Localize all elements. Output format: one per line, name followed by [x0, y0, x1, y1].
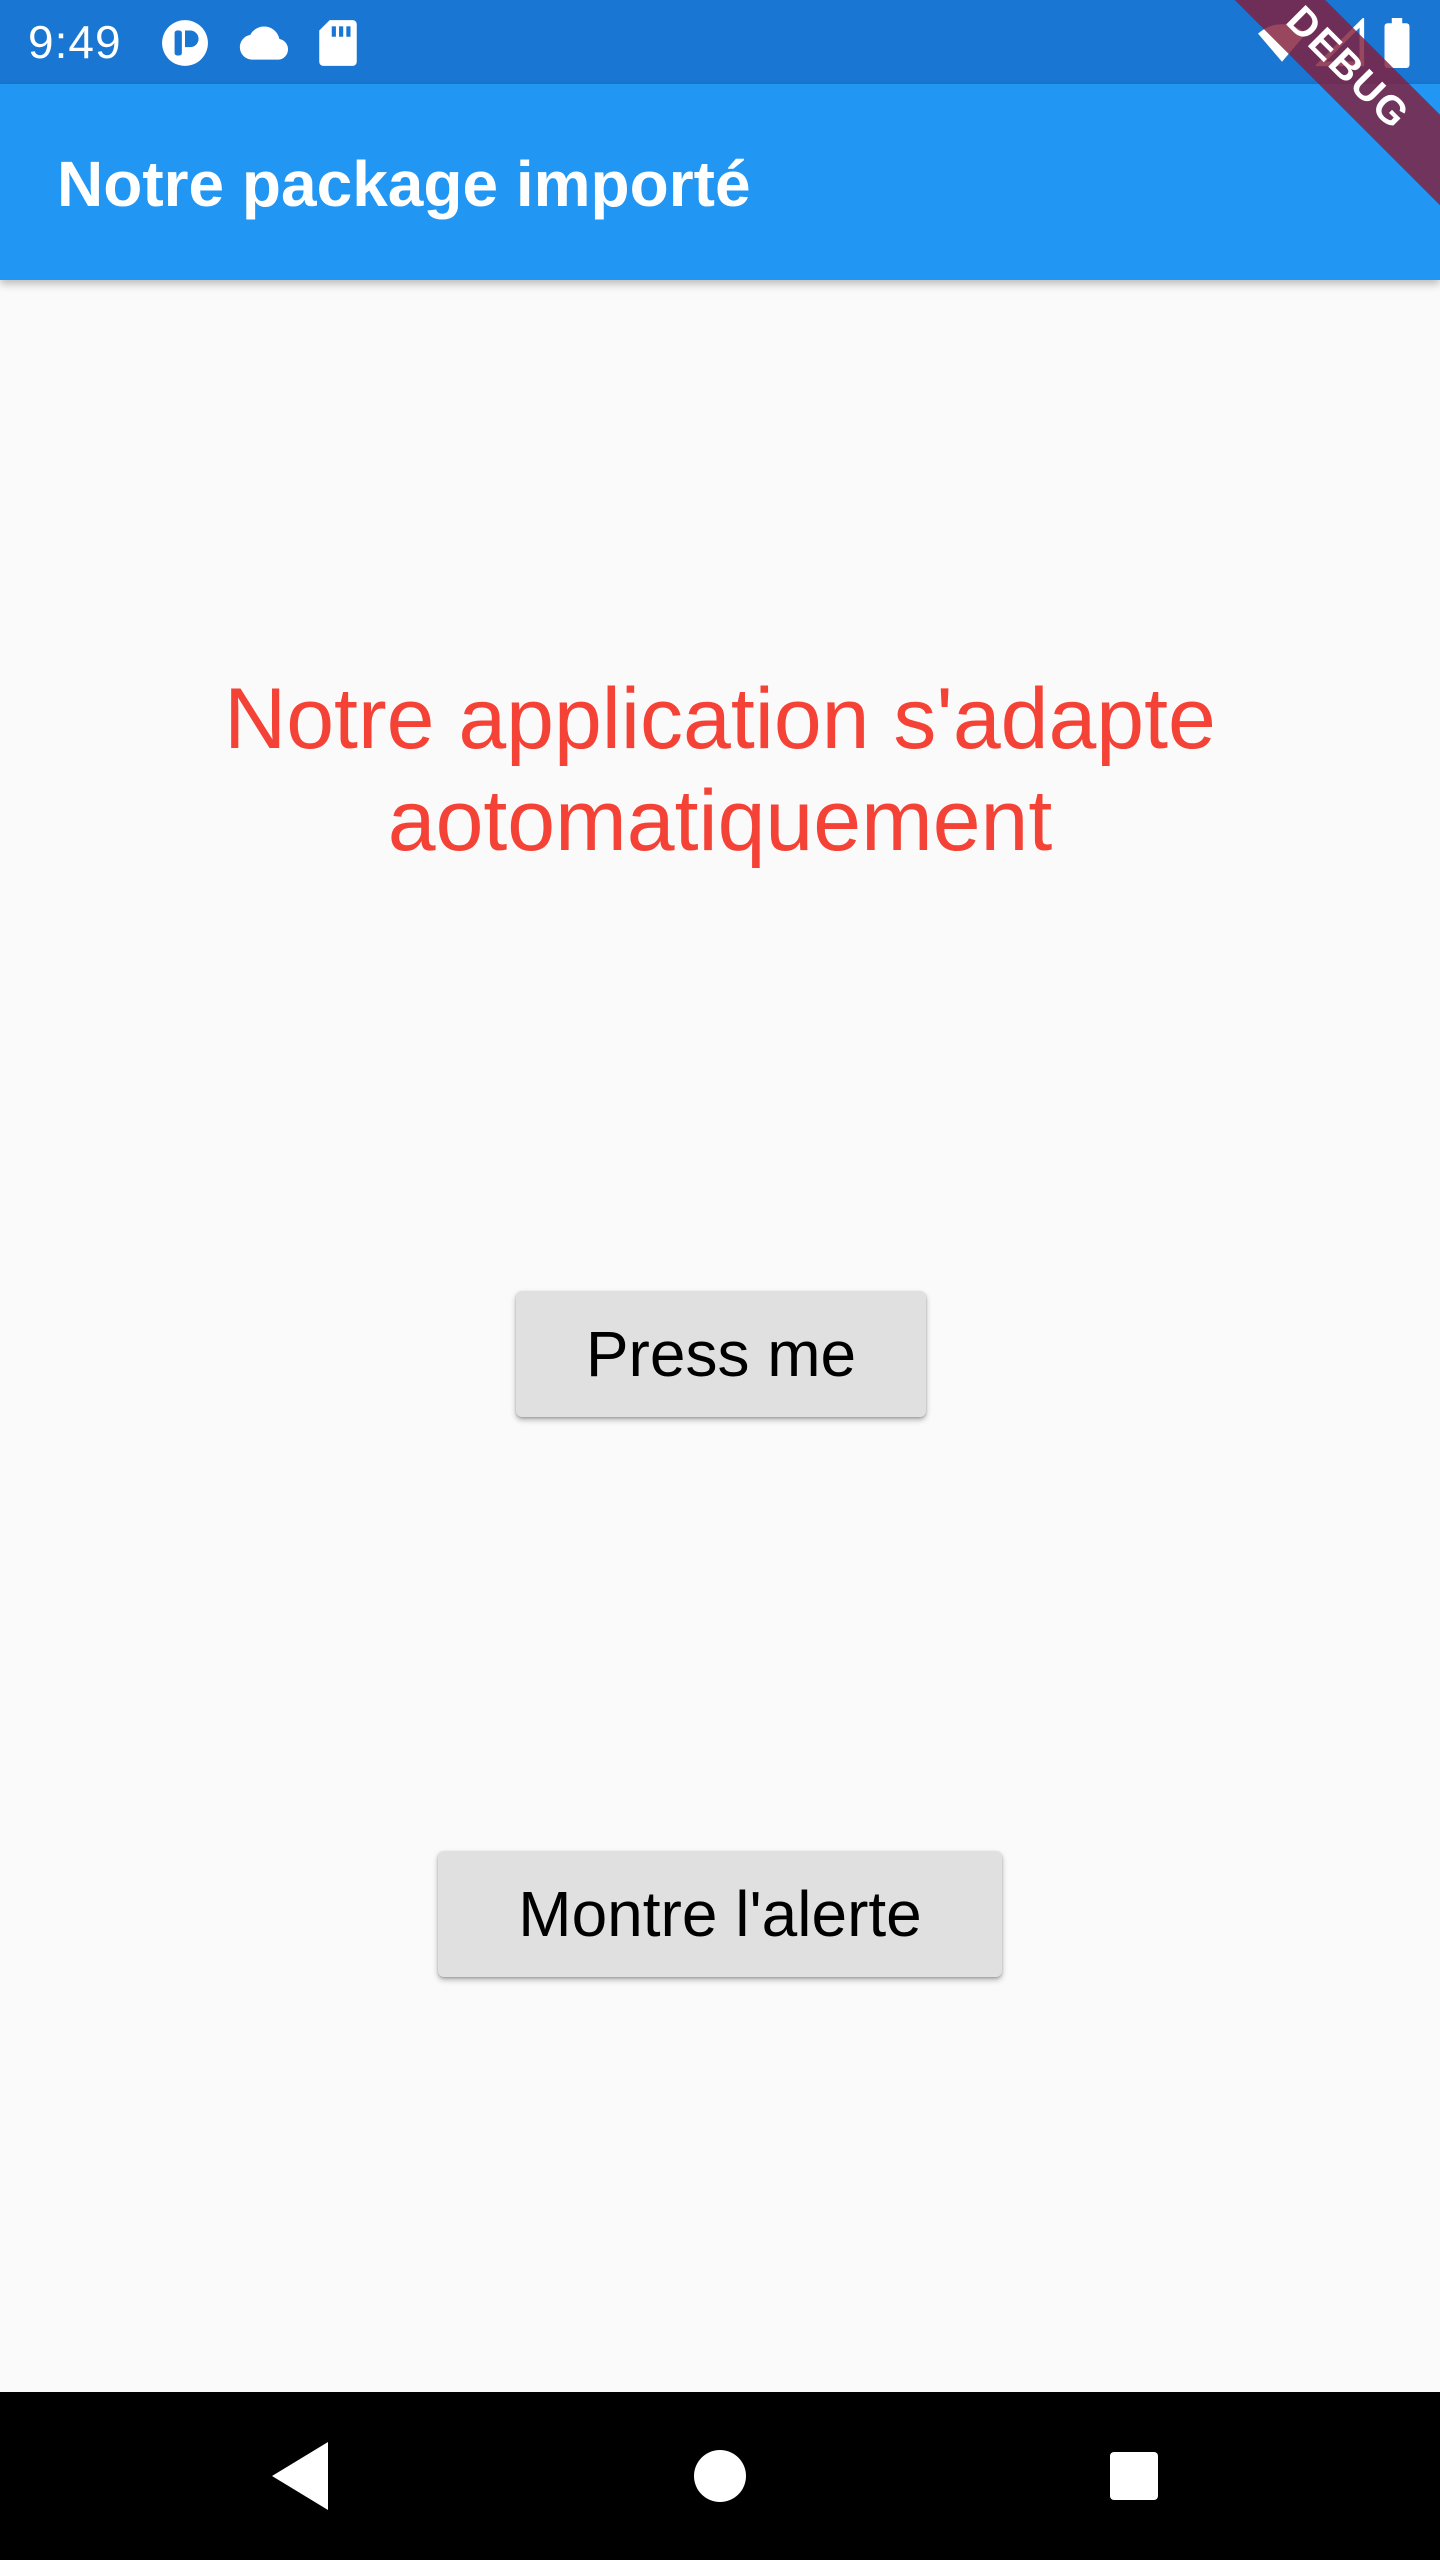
status-time: 9:49 [28, 16, 122, 68]
status-bar: 9:49 [0, 0, 1440, 84]
adaptive-message: Notre application s'adapte aotomatiqueme… [120, 668, 1320, 872]
app-notification-icon [160, 18, 210, 68]
adaptive-message-line-1: Notre application s'adapte [224, 671, 1216, 767]
home-icon[interactable] [672, 2428, 768, 2524]
recents-icon[interactable] [1086, 2428, 1182, 2524]
app-bar: Notre package importé [0, 84, 1440, 280]
adaptive-message-line-2: aotomatiquement [387, 773, 1053, 869]
app-bar-title: Notre package importé [57, 148, 751, 220]
back-icon[interactable] [252, 2428, 348, 2524]
press-me-button[interactable]: Press me [516, 1291, 926, 1417]
show-alert-button[interactable]: Montre l'alerte [438, 1851, 1002, 1977]
navigation-bar [0, 2392, 1440, 2560]
cloud-icon [236, 18, 292, 68]
screen: 9:49 DEBUG Notre package importé Notre a… [0, 0, 1440, 2560]
sd-card-icon [316, 18, 360, 68]
